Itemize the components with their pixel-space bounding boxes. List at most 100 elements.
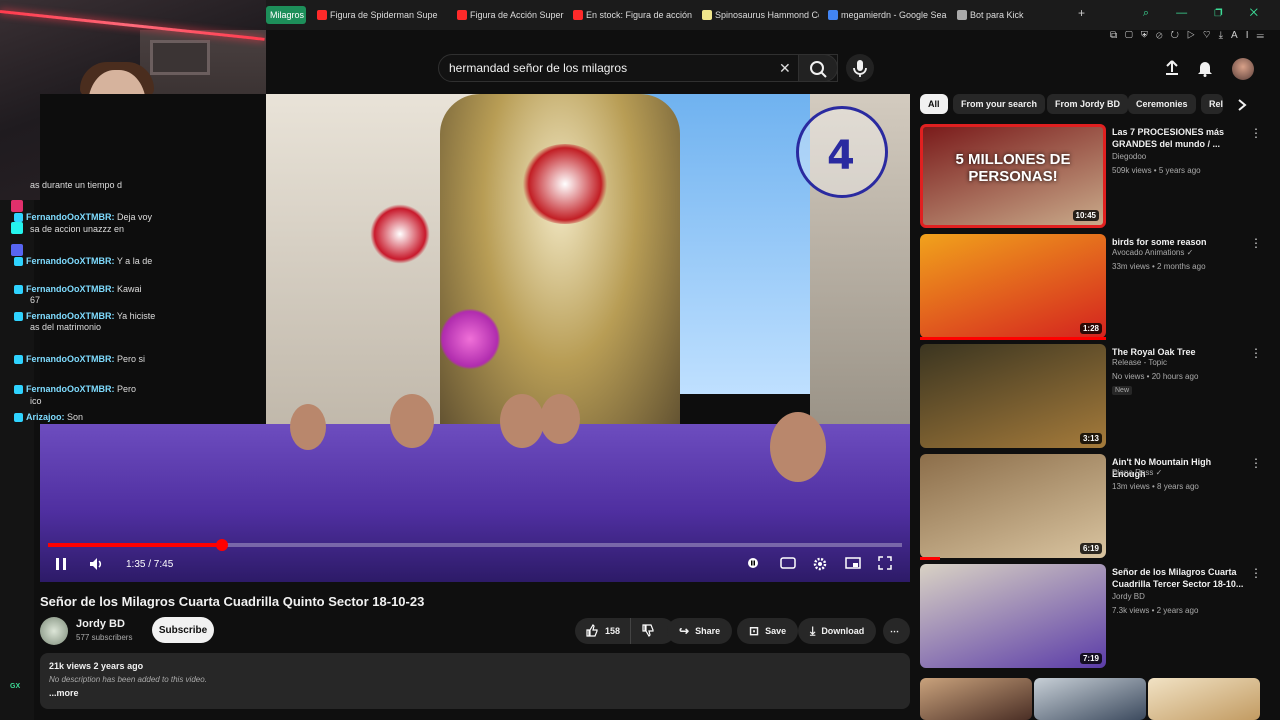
browser-tab[interactable]: En stock: Figura de acción bbox=[572, 6, 696, 24]
subtitles-icon[interactable] bbox=[780, 556, 796, 570]
filter-chips: All From your search From Jordy BD Ceremoni… bbox=[920, 94, 1260, 116]
recommended-video[interactable]: 3:13 The Royal Oak Tree Release - Topic No … bbox=[920, 344, 1262, 450]
tab-favicon-icon bbox=[828, 10, 838, 20]
view-stats: No views • 20 hours ago bbox=[1112, 372, 1199, 381]
chevron-right-icon[interactable] bbox=[1236, 98, 1248, 112]
video-thumbnail[interactable]: 6:19 bbox=[920, 454, 1106, 558]
search-box: ✕ bbox=[438, 54, 838, 82]
chat-badge-icon bbox=[14, 257, 23, 267]
chat-username: FernandoOoXTMBR: bbox=[26, 354, 115, 364]
filter-chip[interactable]: From your search bbox=[953, 94, 1046, 114]
channel-name[interactable]: Diegodoo bbox=[1112, 152, 1146, 161]
account-avatar[interactable] bbox=[1232, 58, 1254, 80]
channel-name[interactable]: Avocado Animations ✓ bbox=[1112, 248, 1193, 257]
subscriber-count: 577 subscribers bbox=[76, 633, 133, 642]
voice-search-button[interactable] bbox=[846, 54, 874, 82]
channel-name[interactable]: Jordy BD bbox=[76, 618, 125, 630]
recommended-video[interactable]: 1:28 birds for some reason Avocado Animati… bbox=[920, 234, 1262, 340]
channel-name[interactable]: Jordy BD bbox=[1112, 592, 1145, 601]
search-button[interactable] bbox=[798, 54, 838, 82]
play-icon[interactable]: ▷ bbox=[1187, 30, 1203, 41]
channel-avatar[interactable] bbox=[40, 617, 68, 645]
pause-icon[interactable] bbox=[54, 556, 68, 572]
more-options-icon[interactable]: ⋮ bbox=[1250, 346, 1262, 360]
show-more-link[interactable]: ...more bbox=[49, 688, 79, 698]
video-title[interactable]: The Royal Oak Tree bbox=[1112, 346, 1244, 358]
clear-search-icon[interactable]: ✕ bbox=[779, 60, 791, 77]
window-controls[interactable]: ⌕ — ❐ ✕ bbox=[1143, 7, 1270, 20]
video-thumbnail[interactable]: 1:28 bbox=[920, 234, 1106, 338]
menu-icon[interactable]: ☰ bbox=[1257, 30, 1273, 41]
browser-tab[interactable]: Milagros C bbox=[266, 6, 306, 24]
chat-badge-icon bbox=[14, 285, 23, 295]
extension-icon[interactable]: ⊘ bbox=[1156, 30, 1171, 41]
subscribe-button[interactable]: Subscribe bbox=[152, 617, 214, 643]
more-options-icon[interactable]: ⋮ bbox=[1250, 126, 1262, 140]
browser-tab[interactable]: Spinosaurus Hammond Co bbox=[701, 6, 819, 24]
video-thumbnail[interactable]: 3:13 bbox=[920, 344, 1106, 448]
ai-button[interactable]: AI bbox=[1231, 30, 1256, 41]
autoplay-toggle-icon[interactable] bbox=[746, 556, 760, 570]
chat-badge-icon bbox=[14, 385, 23, 395]
bookmark-icon: ⊡ bbox=[749, 624, 760, 638]
video-thumbnail[interactable] bbox=[920, 678, 1032, 720]
video-thumbnail[interactable] bbox=[1034, 678, 1146, 720]
chat-text: Kawai bbox=[117, 284, 142, 294]
browser-tab[interactable]: megamierdn - Google Sea bbox=[827, 6, 949, 24]
gx-label: GX bbox=[10, 683, 21, 690]
video-thumbnail[interactable]: 5 MILLONES DE PERSONAS! 10:45 bbox=[920, 124, 1106, 228]
description-text: No description has been added to this vi… bbox=[49, 675, 207, 684]
shield-icon[interactable]: ⛨ bbox=[1141, 30, 1156, 41]
channel-name[interactable]: Diana Ross ✓ bbox=[1112, 468, 1162, 477]
more-options-icon[interactable]: ⋮ bbox=[1250, 236, 1262, 250]
chat-message: FernandoOoXTMBR: Ya hiciste bbox=[14, 311, 194, 322]
description-box[interactable]: 21k views 2 years ago No description has… bbox=[40, 653, 910, 709]
extension-icon[interactable]: ▢ bbox=[1125, 30, 1141, 41]
volume-icon[interactable] bbox=[88, 556, 104, 572]
dislike-button[interactable] bbox=[631, 623, 665, 639]
browser-tab[interactable]: Bot para Kick bbox=[956, 6, 1056, 24]
video-title: Señor de los Milagros Cuarta Cuadrilla Q… bbox=[40, 594, 425, 609]
share-button[interactable]: ↪ Share bbox=[667, 618, 733, 644]
download-button[interactable]: ⤓ Download bbox=[798, 618, 877, 644]
video-thumbnail[interactable] bbox=[1148, 678, 1260, 720]
video-thumbnail[interactable]: 7:19 bbox=[920, 564, 1106, 668]
recommended-video[interactable]: 5 MILLONES DE PERSONAS! 10:45 Las 7 PROCES… bbox=[920, 124, 1262, 230]
like-count: 158 bbox=[605, 626, 621, 636]
more-options-icon[interactable]: ⋮ bbox=[1250, 456, 1262, 470]
filter-chip[interactable]: Ceremonies bbox=[1128, 94, 1196, 114]
heart-icon[interactable]: ♡ bbox=[1203, 30, 1219, 41]
browser-tab[interactable]: Figura de Acción Superior bbox=[456, 6, 564, 24]
filter-chip[interactable]: From Jordy BD bbox=[1047, 94, 1129, 114]
fullscreen-icon[interactable] bbox=[878, 556, 892, 570]
recommended-video[interactable]: 7:19 Señor de los Milagros Cuarta Cuadril… bbox=[920, 564, 1262, 670]
new-tab-button[interactable]: + bbox=[1078, 6, 1085, 20]
duration-badge: 7:19 bbox=[1079, 653, 1102, 664]
miniplayer-icon[interactable] bbox=[845, 556, 861, 570]
filter-chip[interactable]: Rel bbox=[1201, 94, 1223, 114]
progress-bar[interactable] bbox=[48, 539, 902, 551]
chat-message: as del matrimonio bbox=[14, 322, 194, 332]
like-button[interactable]: 158 bbox=[575, 618, 632, 644]
settings-gear-icon[interactable] bbox=[812, 556, 828, 572]
filter-chip[interactable]: All bbox=[920, 94, 948, 114]
search-icon bbox=[810, 61, 827, 78]
video-title[interactable]: birds for some reason bbox=[1112, 236, 1244, 248]
more-actions-button[interactable]: ⋯ bbox=[883, 618, 910, 644]
chat-message: FernandoOoXTMBR: Y a la de bbox=[14, 256, 194, 267]
extension-icon[interactable]: ⧉ bbox=[1110, 30, 1125, 41]
video-title[interactable]: Las 7 PROCESIONES más GRANDES del mundo … bbox=[1112, 126, 1244, 150]
recommended-video[interactable]: 6:19 Ain't No Mountain High Enough Diana R… bbox=[920, 454, 1262, 560]
video-title[interactable]: Señor de los Milagros Cuarta Cuadrilla T… bbox=[1112, 566, 1244, 590]
download-icon: ⤓ bbox=[810, 623, 816, 638]
upload-icon[interactable] bbox=[1162, 58, 1182, 78]
tab-favicon-icon bbox=[573, 10, 583, 20]
search-input[interactable] bbox=[449, 61, 769, 75]
extension-icon[interactable]: ↻ bbox=[1170, 30, 1186, 41]
save-button[interactable]: ⊡ Save bbox=[737, 618, 799, 644]
browser-tab[interactable]: Figura de Spiderman Supe bbox=[316, 6, 448, 24]
more-options-icon[interactable]: ⋮ bbox=[1250, 566, 1262, 580]
channel-name[interactable]: Release - Topic bbox=[1112, 358, 1167, 367]
download-icon[interactable]: ⤓ bbox=[1219, 30, 1231, 41]
notification-bell-icon[interactable] bbox=[1195, 58, 1215, 78]
